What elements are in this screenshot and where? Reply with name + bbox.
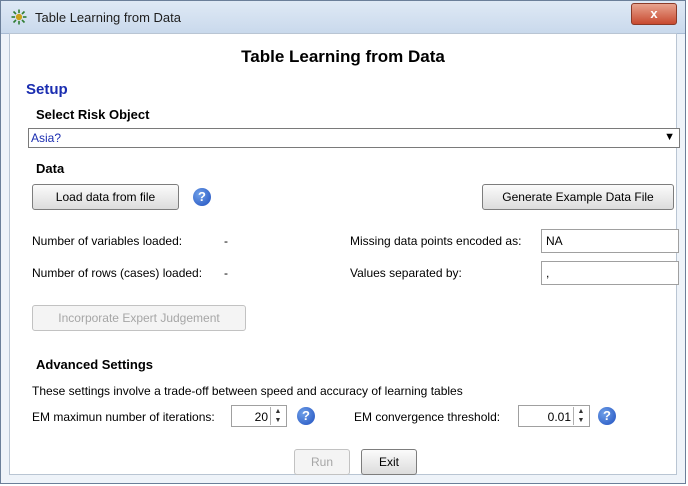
close-button[interactable]: x — [631, 3, 677, 25]
em-threshold-label: EM convergence threshold: — [354, 410, 501, 424]
variables-loaded-value: - — [224, 234, 228, 248]
close-icon: x — [650, 6, 658, 21]
variables-loaded-label: Number of variables loaded: — [32, 234, 183, 248]
dialog-heading: Table Learning from Data — [241, 47, 445, 66]
em-iterations-spinner[interactable]: 20 ▲ ▼ — [231, 405, 287, 427]
em-iterations-value: 20 — [254, 410, 268, 424]
run-button[interactable]: Run — [294, 449, 350, 475]
generate-example-data-button[interactable]: Generate Example Data File — [482, 184, 674, 210]
data-section-label: Data — [36, 161, 65, 176]
incorporate-expert-judgement-button[interactable]: Incorporate Expert Judgement — [32, 305, 246, 331]
missing-data-label: Missing data points encoded as: — [350, 234, 522, 248]
advanced-settings-description: These settings involve a trade-off betwe… — [32, 384, 463, 398]
help-icon[interactable]: ? — [297, 407, 315, 425]
dropdown-arrow-icon[interactable]: ▼ — [664, 131, 675, 143]
em-iterations-label: EM maximun number of iterations: — [32, 410, 215, 424]
missing-data-input[interactable]: NA — [541, 229, 679, 253]
risk-object-select[interactable]: Asia? ▼ — [28, 128, 680, 148]
help-icon[interactable]: ? — [598, 407, 616, 425]
spinner-arrows-icon[interactable]: ▲ ▼ — [573, 407, 588, 425]
em-threshold-value: 0.01 — [547, 410, 571, 424]
app-icon — [11, 9, 27, 25]
title-bar[interactable]: Table Learning from Data x — [1, 1, 685, 34]
load-data-button[interactable]: Load data from file — [32, 184, 179, 210]
advanced-settings-label: Advanced Settings — [36, 357, 154, 372]
app-window: Table Learning from Data x Table Learnin… — [0, 0, 686, 484]
rows-loaded-value: - — [224, 266, 228, 280]
help-icon[interactable]: ? — [193, 188, 211, 206]
separator-input[interactable]: , — [541, 261, 679, 285]
setup-label: Setup — [26, 81, 68, 98]
select-risk-object-label: Select Risk Object — [36, 107, 150, 122]
em-threshold-spinner[interactable]: 0.01 ▲ ▼ — [518, 405, 590, 427]
risk-object-selected: Asia? — [31, 131, 62, 145]
spinner-arrows-icon[interactable]: ▲ ▼ — [270, 407, 285, 425]
exit-button[interactable]: Exit — [361, 449, 417, 475]
rows-loaded-label: Number of rows (cases) loaded: — [32, 266, 203, 280]
window-title: Table Learning from Data — [35, 10, 181, 25]
separator-label: Values separated by: — [350, 266, 462, 280]
dialog-body: Table Learning from Data Setup Select Ri… — [9, 33, 680, 475]
